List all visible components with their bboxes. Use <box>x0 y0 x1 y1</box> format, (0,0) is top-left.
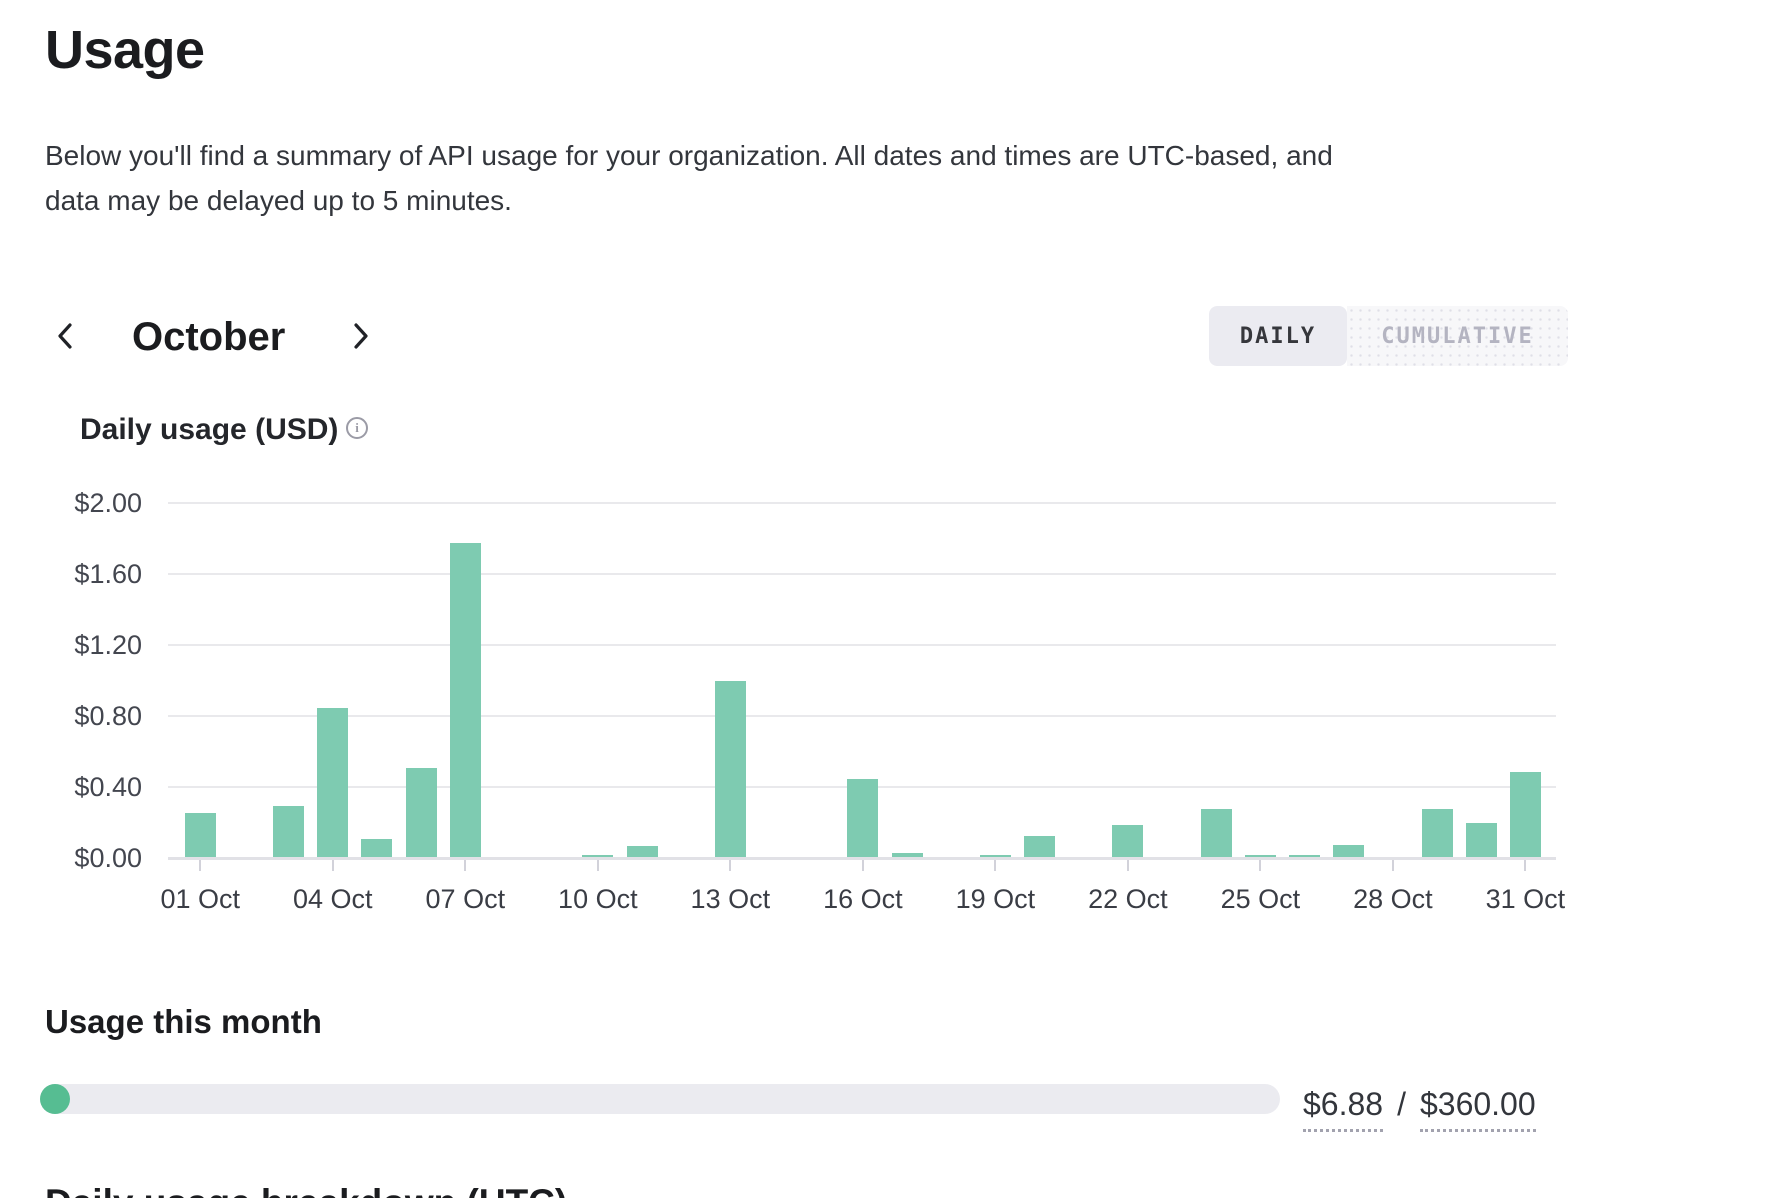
x-axis-tick <box>332 860 334 871</box>
y-gridline <box>168 573 1556 575</box>
page-description: Below you'll find a summary of API usage… <box>45 133 1385 223</box>
x-axis-tick <box>729 860 731 871</box>
chart-bar[interactable] <box>1024 836 1055 857</box>
x-axis-tick <box>1259 860 1261 871</box>
chart-bar[interactable] <box>1245 855 1276 857</box>
x-axis-label: 19 Oct <box>930 884 1060 915</box>
y-axis-label: $2.00 <box>42 488 142 518</box>
x-axis-tick <box>597 860 599 871</box>
chart-bar[interactable] <box>1422 809 1453 857</box>
y-gridline <box>168 502 1556 504</box>
chart-bar[interactable] <box>980 855 1011 857</box>
chart-bar[interactable] <box>627 846 658 857</box>
x-axis-tick <box>994 860 996 871</box>
chart-title: Daily usage (USD) <box>80 412 338 448</box>
chart-bar[interactable] <box>1466 823 1497 857</box>
usage-amount-separator: / <box>1397 1086 1406 1123</box>
y-axis-label: $0.40 <box>42 772 142 802</box>
x-axis-tick <box>1127 860 1129 871</box>
usage-month-heading: Usage this month <box>45 1002 322 1042</box>
y-gridline <box>168 715 1556 717</box>
y-gridline <box>168 644 1556 646</box>
usage-progress-fill <box>40 1084 70 1114</box>
usage-progress-track <box>40 1084 1280 1114</box>
chevron-right-icon <box>348 319 374 356</box>
prev-month-button[interactable] <box>48 316 82 358</box>
info-icon[interactable]: i <box>346 417 368 439</box>
x-axis-tick <box>1392 860 1394 871</box>
daily-breakdown-heading: Daily usage breakdown (UTC) <box>45 1182 567 1198</box>
y-gridline <box>168 857 1556 860</box>
x-axis-label: 22 Oct <box>1063 884 1193 915</box>
y-axis-label: $0.00 <box>42 843 142 873</box>
chart-bar[interactable] <box>185 813 216 857</box>
chart-bar[interactable] <box>1112 825 1143 857</box>
y-axis-label: $1.60 <box>42 559 142 589</box>
chart-bar[interactable] <box>406 768 437 857</box>
x-axis-label: 01 Oct <box>135 884 265 915</box>
chart-bar[interactable] <box>892 853 923 857</box>
x-axis-tick <box>464 860 466 871</box>
x-axis-label: 04 Oct <box>268 884 398 915</box>
chart-bar[interactable] <box>715 681 746 857</box>
y-axis-label: $1.20 <box>42 630 142 660</box>
tab-cumulative[interactable]: CUMULATIVE <box>1347 306 1568 366</box>
x-axis-label: 07 Oct <box>400 884 530 915</box>
tab-daily[interactable]: DAILY <box>1209 306 1347 366</box>
chart-bar[interactable] <box>1510 772 1541 857</box>
usage-page: Usage Below you'll find a summary of API… <box>0 0 1790 1198</box>
chart-bar[interactable] <box>1201 809 1232 857</box>
chart-bar[interactable] <box>582 855 613 857</box>
x-axis-tick <box>1524 860 1526 871</box>
x-axis-label: 25 Oct <box>1195 884 1325 915</box>
chart-bar[interactable] <box>450 543 481 857</box>
usage-limit[interactable]: $360.00 <box>1420 1086 1536 1132</box>
view-mode-toggle: DAILY CUMULATIVE <box>1209 306 1568 366</box>
next-month-button[interactable] <box>344 316 378 358</box>
x-axis-tick <box>199 860 201 871</box>
current-month-label: October <box>132 316 285 358</box>
x-axis-tick <box>862 860 864 871</box>
x-axis-label: 16 Oct <box>798 884 928 915</box>
page-title: Usage <box>45 20 205 80</box>
x-axis-label: 31 Oct <box>1460 884 1590 915</box>
chart-bar[interactable] <box>317 708 348 857</box>
usage-amounts: $6.88 / $360.00 <box>1303 1086 1536 1132</box>
x-axis-label: 10 Oct <box>533 884 663 915</box>
chart-bar[interactable] <box>361 839 392 857</box>
chart-bar[interactable] <box>1289 855 1320 857</box>
x-axis-label: 13 Oct <box>665 884 795 915</box>
y-axis-label: $0.80 <box>42 701 142 731</box>
chart-bar[interactable] <box>273 806 304 857</box>
usage-amount-used[interactable]: $6.88 <box>1303 1086 1383 1132</box>
chart-bar[interactable] <box>1333 845 1364 857</box>
x-axis-label: 28 Oct <box>1328 884 1458 915</box>
chart-bar[interactable] <box>847 779 878 857</box>
chevron-left-icon <box>52 319 78 356</box>
